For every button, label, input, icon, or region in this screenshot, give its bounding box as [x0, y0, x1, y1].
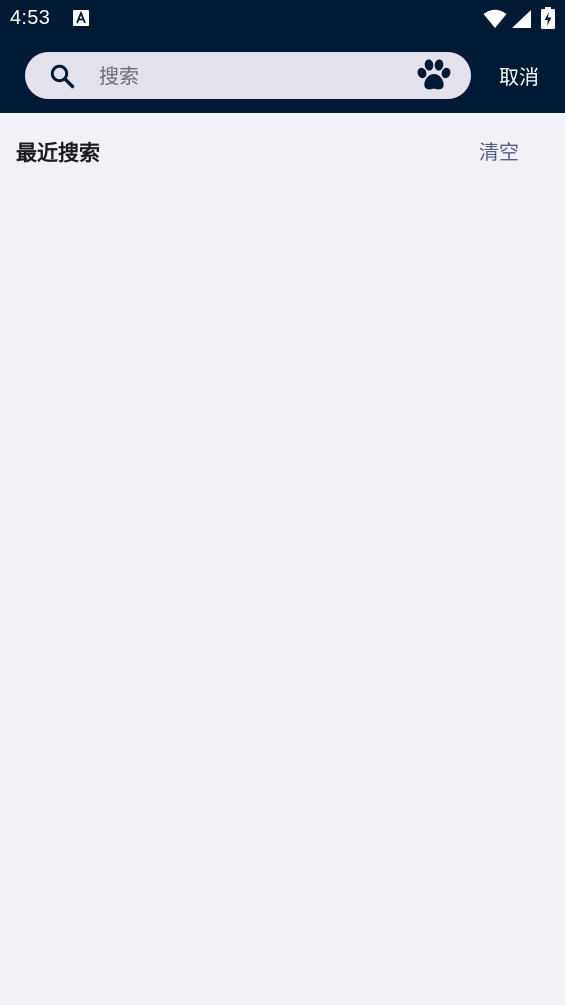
battery-charging-icon [541, 7, 555, 29]
search-icon [50, 64, 75, 89]
paw-icon[interactable] [415, 57, 453, 94]
search-input[interactable] [99, 58, 399, 93]
clear-history-button[interactable]: 清空 [470, 136, 528, 168]
accessibility-a-icon [73, 10, 89, 26]
cancel-button[interactable]: 取消 [487, 60, 551, 94]
signal-icon [512, 10, 531, 28]
app-header: 4:53 取消 [0, 0, 565, 113]
search-box[interactable] [25, 52, 471, 99]
status-bar: 4:53 [0, 0, 565, 38]
wifi-icon [483, 9, 507, 28]
recent-searches-title: 最近搜索 [16, 141, 100, 165]
recent-searches-list [0, 180, 565, 1005]
status-time: 4:53 [10, 7, 51, 29]
